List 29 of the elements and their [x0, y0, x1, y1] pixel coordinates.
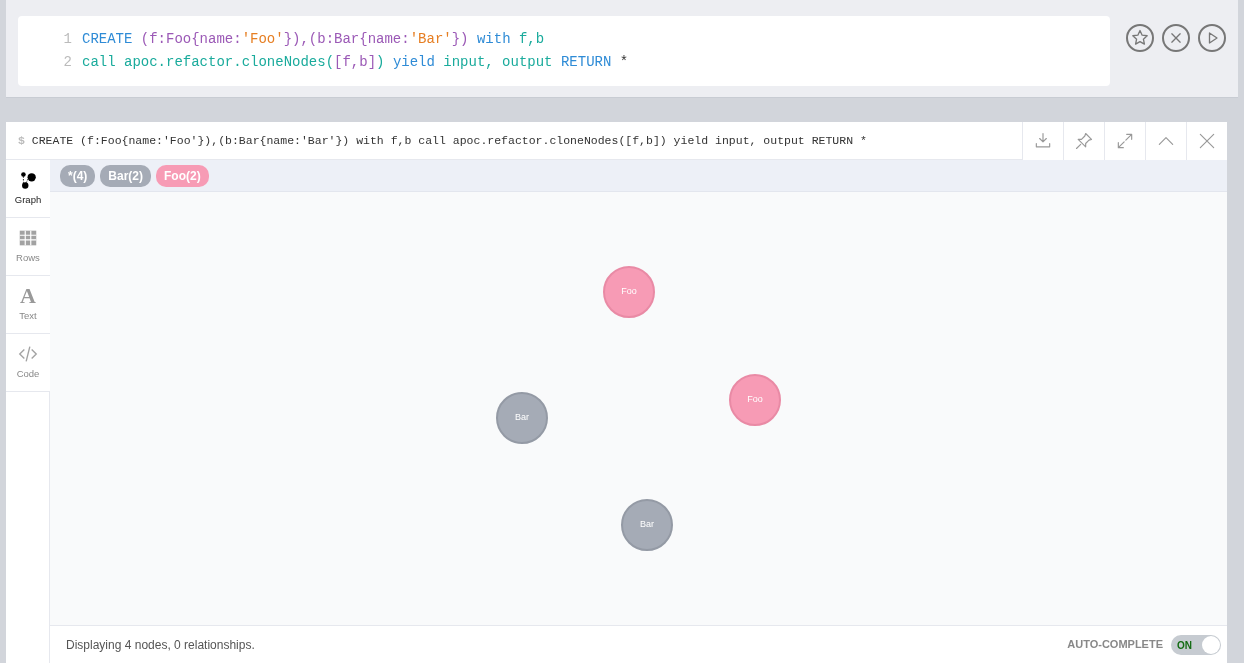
clear-button[interactable]	[1162, 24, 1190, 52]
code-line: 2 call apoc.refactor.cloneNodes([f,b]) yield input, output RETURN *	[62, 53, 630, 72]
star-icon	[1130, 28, 1150, 48]
pin-icon	[1074, 130, 1094, 151]
label-tag[interactable]: Bar(2)	[100, 164, 152, 187]
run-button[interactable]	[1198, 24, 1226, 52]
status-text: Displaying 4 nodes, 0 relationships.	[66, 636, 256, 654]
view-tab[interactable]: Rows	[6, 218, 50, 276]
graph-node[interactable]: Bar	[496, 392, 548, 444]
autocomplete-label: AUTO-COMPLETE	[1067, 637, 1163, 653]
download-button[interactable]	[1022, 121, 1063, 160]
graph-node[interactable]: Foo	[603, 266, 655, 318]
favorite-button[interactable]	[1126, 24, 1154, 52]
query-text: $ CREATE (f:Foo{name:'Foo'}),(b:Bar{name:'Bar'}) with f,b call apoc.refactor.cloneNodes([f,b]) yield input, output RETURN *	[17, 132, 868, 149]
label-tag[interactable]: *(4)	[60, 164, 96, 187]
view-tab[interactable]: Code	[6, 334, 50, 392]
view-tab[interactable]: A Text	[6, 276, 50, 334]
label-tag[interactable]: Foo(2)	[156, 164, 209, 187]
text-icon: A	[20, 285, 36, 308]
close-button[interactable]	[1186, 121, 1227, 160]
collapse-button[interactable]	[1145, 121, 1186, 160]
code-line: 1 CREATE (f:Foo{name:'Foo'}),(b:Bar{name:'Bar'}) with f,b	[62, 30, 546, 49]
autocomplete-toggle[interactable]: ON	[1171, 634, 1221, 655]
fullscreen-button[interactable]	[1104, 121, 1145, 160]
view-tab[interactable]: Graph	[6, 160, 50, 218]
query-editor[interactable]: 1 CREATE (f:Foo{name:'Foo'}),(b:Bar{name:'Bar'}) with f,b 2 call apoc.refactor.cloneNodes([f,b]) yield input, output RETURN *	[18, 16, 1110, 86]
graph-node[interactable]: Bar	[621, 499, 673, 551]
pin-button[interactable]	[1063, 121, 1104, 160]
graph-node[interactable]: Foo	[729, 374, 781, 426]
